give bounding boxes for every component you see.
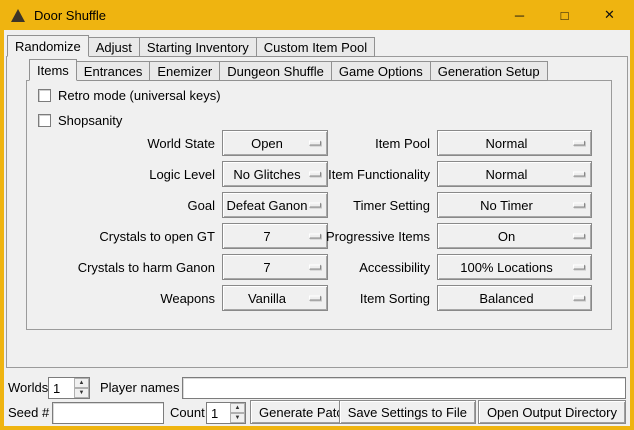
window-content: Randomize Adjust Starting Inventory Cust… [4,30,630,426]
dropdown-indicator-icon [573,203,585,208]
item-functionality-dropdown[interactable]: Normal [437,161,592,187]
worlds-value: 1 [49,378,74,398]
logic-level-label: Logic Level [24,167,215,182]
weapons-label: Weapons [24,291,215,306]
dropdown-indicator-icon [573,234,585,239]
crystals-gt-label: Crystals to open GT [24,229,215,244]
window-title: Door Shuffle [34,8,106,23]
goal-label: Goal [24,198,215,213]
tab-items[interactable]: Items [29,59,77,81]
world-state-row: World State Open [24,130,328,156]
item-functionality-label: Item Functionality [284,167,430,182]
dropdown-indicator-icon [573,296,585,301]
tab-game-options[interactable]: Game Options [331,61,431,81]
open-output-directory-button[interactable]: Open Output Directory [478,400,626,424]
app-window: Door Shuffle ─ □ ✕ Randomize Adjust Star… [0,0,634,430]
shopsanity-label: Shopsanity [58,113,122,128]
weapons-row: Weapons Vanilla [24,285,328,311]
retro-mode-row: Retro mode (universal keys) [38,87,221,103]
crystals-ganon-value: 7 [263,260,270,275]
close-button[interactable]: ✕ [587,0,632,30]
settings-button-group: Save Settings to File Open Output Direct… [339,400,626,424]
worlds-spin-arrows: ▲ ▼ [74,378,89,398]
accessibility-value: 100% Locations [460,260,553,275]
title-bar[interactable]: Door Shuffle ─ □ ✕ [0,0,634,30]
spin-up-icon[interactable]: ▲ [74,378,89,388]
logic-level-row: Logic Level No Glitches [24,161,328,187]
item-sorting-dropdown[interactable]: Balanced [437,285,592,311]
item-pool-label: Item Pool [284,136,430,151]
tab-entrances[interactable]: Entrances [76,61,151,81]
spin-down-icon[interactable]: ▼ [74,388,89,398]
item-sorting-value: Balanced [479,291,533,306]
weapons-value: Vanilla [248,291,286,306]
shopsanity-checkbox[interactable] [38,114,51,127]
tab-starting-inventory[interactable]: Starting Inventory [139,37,257,57]
tab-custom-item-pool[interactable]: Custom Item Pool [256,37,375,57]
accessibility-dropdown[interactable]: 100% Locations [437,254,592,280]
dropdown-indicator-icon [573,172,585,177]
accessibility-label: Accessibility [284,260,430,275]
count-value: 1 [207,403,230,423]
accessibility-row: Accessibility 100% Locations [284,254,592,280]
timer-setting-row: Timer Setting No Timer [284,192,592,218]
count-spin-arrows: ▲ ▼ [230,403,245,423]
dropdown-indicator-icon [573,265,585,270]
crystals-ganon-row: Crystals to harm Ganon 7 [24,254,328,280]
item-functionality-row: Item Functionality Normal [284,161,592,187]
progressive-items-row: Progressive Items On [284,223,592,249]
main-tab-bar: Randomize Adjust Starting Inventory Cust… [7,35,374,57]
timer-setting-value: No Timer [480,198,533,213]
worlds-label: Worlds [8,377,48,399]
tab-randomize[interactable]: Randomize [7,35,89,57]
tab-generation-setup[interactable]: Generation Setup [430,61,548,81]
item-sorting-label: Item Sorting [284,291,430,306]
world-state-value: Open [251,136,283,151]
item-sorting-row: Item Sorting Balanced [284,285,592,311]
shopsanity-row: Shopsanity [38,112,122,128]
crystals-ganon-label: Crystals to harm Ganon [24,260,215,275]
minimize-button[interactable]: ─ [497,0,542,30]
player-names-input[interactable] [182,377,626,399]
world-state-label: World State [24,136,215,151]
tab-adjust[interactable]: Adjust [88,37,140,57]
progressive-items-label: Progressive Items [284,229,430,244]
tab-enemizer[interactable]: Enemizer [149,61,220,81]
retro-mode-label: Retro mode (universal keys) [58,88,221,103]
item-pool-value: Normal [486,136,528,151]
item-functionality-value: Normal [486,167,528,182]
item-pool-dropdown[interactable]: Normal [437,130,592,156]
count-spinbox[interactable]: 1 ▲ ▼ [206,402,246,424]
save-settings-button[interactable]: Save Settings to File [339,400,476,424]
spin-up-icon[interactable]: ▲ [230,403,245,413]
crystals-gt-value: 7 [263,229,270,244]
crystals-gt-row: Crystals to open GT 7 [24,223,328,249]
timer-setting-label: Timer Setting [284,198,430,213]
goal-row: Goal Defeat Ganon [24,192,328,218]
spin-down-icon[interactable]: ▼ [230,413,245,423]
timer-setting-dropdown[interactable]: No Timer [437,192,592,218]
retro-mode-checkbox[interactable] [38,89,51,102]
randomize-tab-bar: Items Entrances Enemizer Dungeon Shuffle… [29,59,547,81]
seed-label: Seed # [8,402,49,424]
dropdown-indicator-icon [573,141,585,146]
seed-input[interactable] [52,402,164,424]
progressive-items-value: On [498,229,515,244]
player-names-label: Player names [100,377,179,399]
app-icon [10,7,26,23]
count-label: Count [170,402,205,424]
progressive-items-dropdown[interactable]: On [437,223,592,249]
tab-dungeon-shuffle[interactable]: Dungeon Shuffle [219,61,332,81]
worlds-spinbox[interactable]: 1 ▲ ▼ [48,377,90,399]
item-pool-row: Item Pool Normal [284,130,592,156]
maximize-button[interactable]: □ [542,0,587,30]
window-controls: ─ □ ✕ [497,0,632,30]
